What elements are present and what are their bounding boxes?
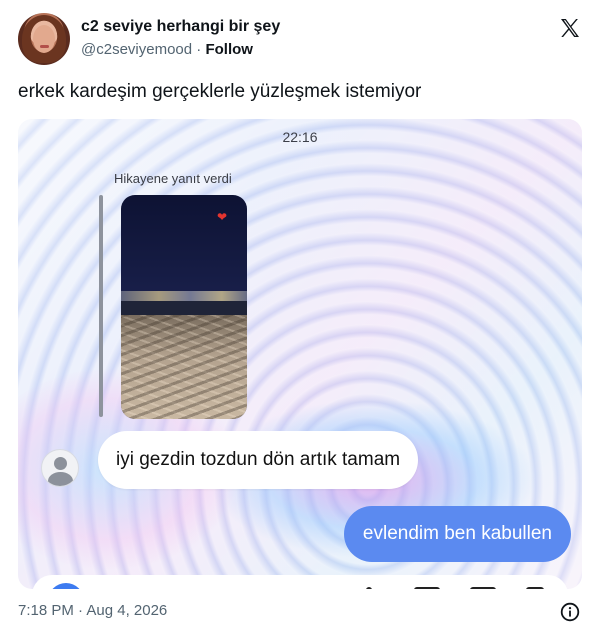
tweet-text: erkek kardeşim gerçeklerle yüzleşmek ist… <box>18 81 422 102</box>
follow-button[interactable]: Follow <box>205 41 253 58</box>
avatar-face <box>33 25 55 53</box>
story-sand <box>121 315 247 419</box>
author-display-name[interactable]: c2 seviye herhangi bir şey <box>81 18 280 36</box>
person-body <box>48 472 73 486</box>
story-city-lights <box>121 291 247 301</box>
author-avatar[interactable] <box>18 13 70 65</box>
x-logo-icon[interactable] <box>558 16 582 40</box>
camera-button[interactable] <box>48 583 84 589</box>
story-reply-label: Hikayene yanıt verdi <box>114 171 232 186</box>
tweet-media-screenshot[interactable]: 22:16 Hikayene yanıt verdi ❤ iyi gezdin … <box>18 119 582 589</box>
tweet-header: c2 seviye herhangi bir şey @c2seviyemood… <box>18 13 584 67</box>
story-sea <box>121 301 247 315</box>
composer-icons <box>362 587 562 589</box>
author-handle[interactable]: @c2seviyemood <box>81 41 192 58</box>
reply-indicator-bar <box>99 195 103 417</box>
plus-icon[interactable] <box>526 587 544 589</box>
handle-separator: · <box>192 41 206 58</box>
sticker-icon[interactable] <box>470 587 496 589</box>
chat-time: 22:16 <box>282 129 318 145</box>
gallery-icon[interactable] <box>414 587 440 589</box>
avatar-lips <box>40 45 49 48</box>
mic-icon[interactable] <box>366 587 372 589</box>
message-composer[interactable] <box>32 575 568 589</box>
person-head <box>54 457 67 470</box>
heart-icon: ❤ <box>217 210 228 224</box>
incoming-message-bubble: iyi gezdin tozdun dön artık tamam <box>98 431 419 489</box>
author-handle-line: @c2seviyemood · Follow <box>81 41 253 58</box>
outgoing-message-bubble: evlendim ben kabullen <box>343 506 571 562</box>
tweet-timestamp[interactable]: 7:18 PM · Aug 4, 2026 <box>18 602 167 619</box>
person-icon[interactable] <box>41 449 79 487</box>
info-icon[interactable] <box>560 602 580 622</box>
story-thumbnail[interactable]: ❤ <box>121 195 247 419</box>
